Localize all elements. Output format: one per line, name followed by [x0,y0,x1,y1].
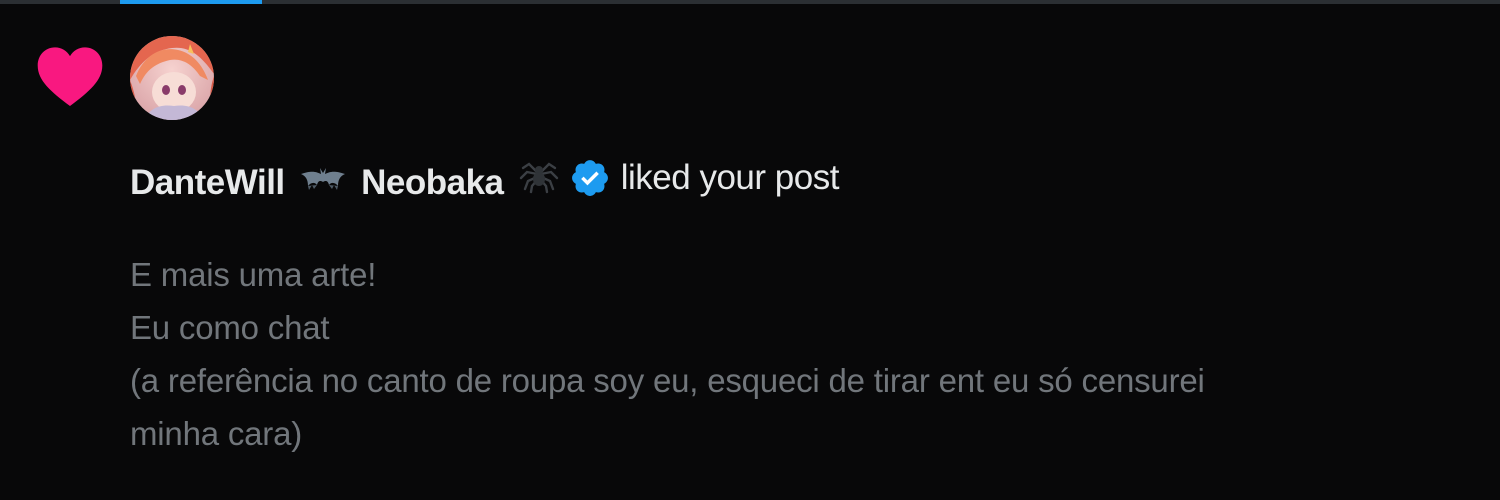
avatar-image [130,36,214,120]
active-tab-indicator [120,0,262,4]
avatar[interactable] [130,36,214,120]
post-text-line: Eu como chat [130,309,330,346]
verified-badge-icon[interactable] [569,157,611,199]
display-name-part-2: Neobaka [361,162,504,202]
display-name-part-1: DanteWill [130,162,285,202]
notification-item[interactable]: DanteWill Neobaka liked your post E mais… [0,0,1500,500]
notification-action-text: liked your post [620,158,840,197]
heart-icon [37,47,103,107]
user-display-name[interactable]: DanteWill Neobaka [130,154,565,203]
bat-emoji-icon [300,167,345,190]
post-preview[interactable]: E mais uma arte! Eu como chat (a referên… [130,248,1470,460]
notification-headline: DanteWill Neobaka liked your post [130,154,839,202]
post-text-line: E mais uma arte! [130,256,377,293]
spider-emoji-icon [519,161,558,193]
post-text-line: (a referência no canto de roupa soy eu, … [130,362,1205,399]
post-text-line: minha cara) [130,415,303,452]
